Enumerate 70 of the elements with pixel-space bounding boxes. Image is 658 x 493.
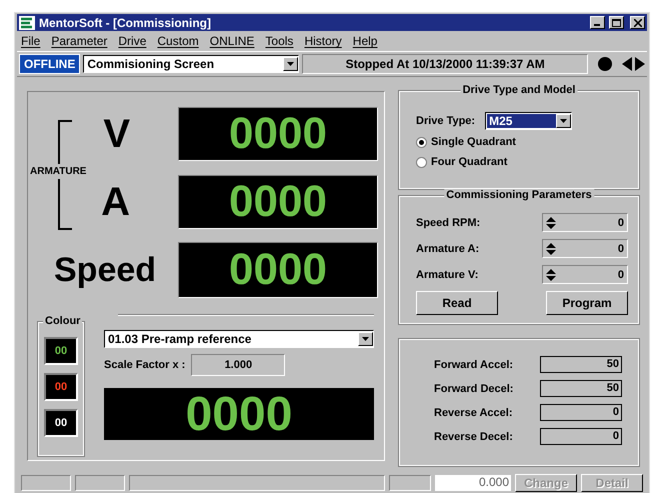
status-text: Stopped At 10/13/2000 11:39:37 AM [302,54,588,74]
window-title: MentorSoft - [Commissioning] [39,16,212,30]
colour-swatch[interactable]: 00 [44,337,78,365]
swatch-text: 00 [54,345,68,357]
meter-display: 0000 [178,107,378,161]
group-title: Colour [43,315,82,327]
group-title: Commissioning Parameters [444,189,594,201]
ramp-value: 0 [540,404,622,421]
spin-arrows-icon[interactable] [546,268,556,280]
action-button[interactable]: Read [416,291,498,315]
scale-value: 1.000 [191,354,286,376]
close-button[interactable] [630,16,645,29]
meter-label: A [101,182,130,222]
ramp-label: Reverse Accel: [434,406,512,418]
menu-item[interactable]: Custom [157,34,199,48]
ramp-label: Reverse Decel: [434,430,513,442]
menu-item[interactable]: Help [352,34,378,48]
field-label: Armature V: [416,268,478,280]
menu-item[interactable]: File [21,34,40,48]
parameter-display: 0000 [104,388,374,440]
radio-option[interactable]: Single Quadrant [416,136,628,148]
menu-item[interactable]: ONLINE [210,34,254,48]
spin-field[interactable]: 0 [542,239,628,258]
radio-icon[interactable] [416,136,427,148]
record-icon[interactable] [597,56,613,72]
meter-display: 0000 [178,175,378,229]
status-cell [21,475,71,491]
radio-option[interactable]: Four Quadrant [416,156,628,168]
menu-item[interactable]: Parameter [51,34,108,48]
maximize-icon [612,18,621,26]
field-label: Speed RPM: [416,216,480,228]
meter-display: 0000 [178,242,378,298]
ramp-label: Forward Accel: [434,358,514,370]
drive-type-dropdown[interactable]: M25 [485,112,572,130]
spin-field[interactable]: 0 [542,213,628,232]
menu-item[interactable]: Tools [265,34,294,48]
back-icon[interactable] [622,57,632,71]
swatch-text: 00 [54,381,68,393]
ramp-value: 50 [540,356,622,373]
app-logo-icon [19,16,35,30]
field-label: Armature A: [416,242,480,254]
parameter-dropdown[interactable]: 01.03 Pre-ramp reference [104,330,374,348]
radio-icon[interactable] [416,156,427,168]
meter-label: V [103,114,130,154]
screen-dropdown[interactable]: Commisioning Screen [83,55,300,73]
ramp-label: Forward Decel: [434,382,514,394]
ramp-value: 50 [540,380,622,397]
value-field[interactable]: 0.000 [435,475,511,491]
ramp-value: 0 [540,428,622,445]
spin-field[interactable]: 0 [542,265,628,284]
meter-label: Speed [54,253,156,287]
spin-arrows-icon[interactable] [546,242,556,254]
offline-indicator: OFFLINE [19,54,80,74]
spin-arrows-icon[interactable] [546,216,556,228]
status-cell [75,475,125,491]
group-title: Drive Type and Model [460,84,578,96]
scale-label: Scale Factor x : [104,359,186,371]
colour-swatch[interactable]: 00 [44,409,78,437]
maximize-button[interactable] [609,16,624,29]
close-icon [634,18,642,26]
menu-item[interactable]: Drive [118,34,146,48]
armature-label: ARMATURE [30,164,86,179]
swatch-text: 00 [54,417,68,429]
status-cell [389,475,431,491]
forward-icon[interactable] [635,57,645,71]
menu-item[interactable]: History [304,34,342,48]
action-button[interactable]: Program [546,291,628,315]
colour-swatch[interactable]: 00 [44,373,78,401]
drive-type-label: Drive Type: [416,115,476,127]
minimize-button[interactable] [590,16,605,29]
